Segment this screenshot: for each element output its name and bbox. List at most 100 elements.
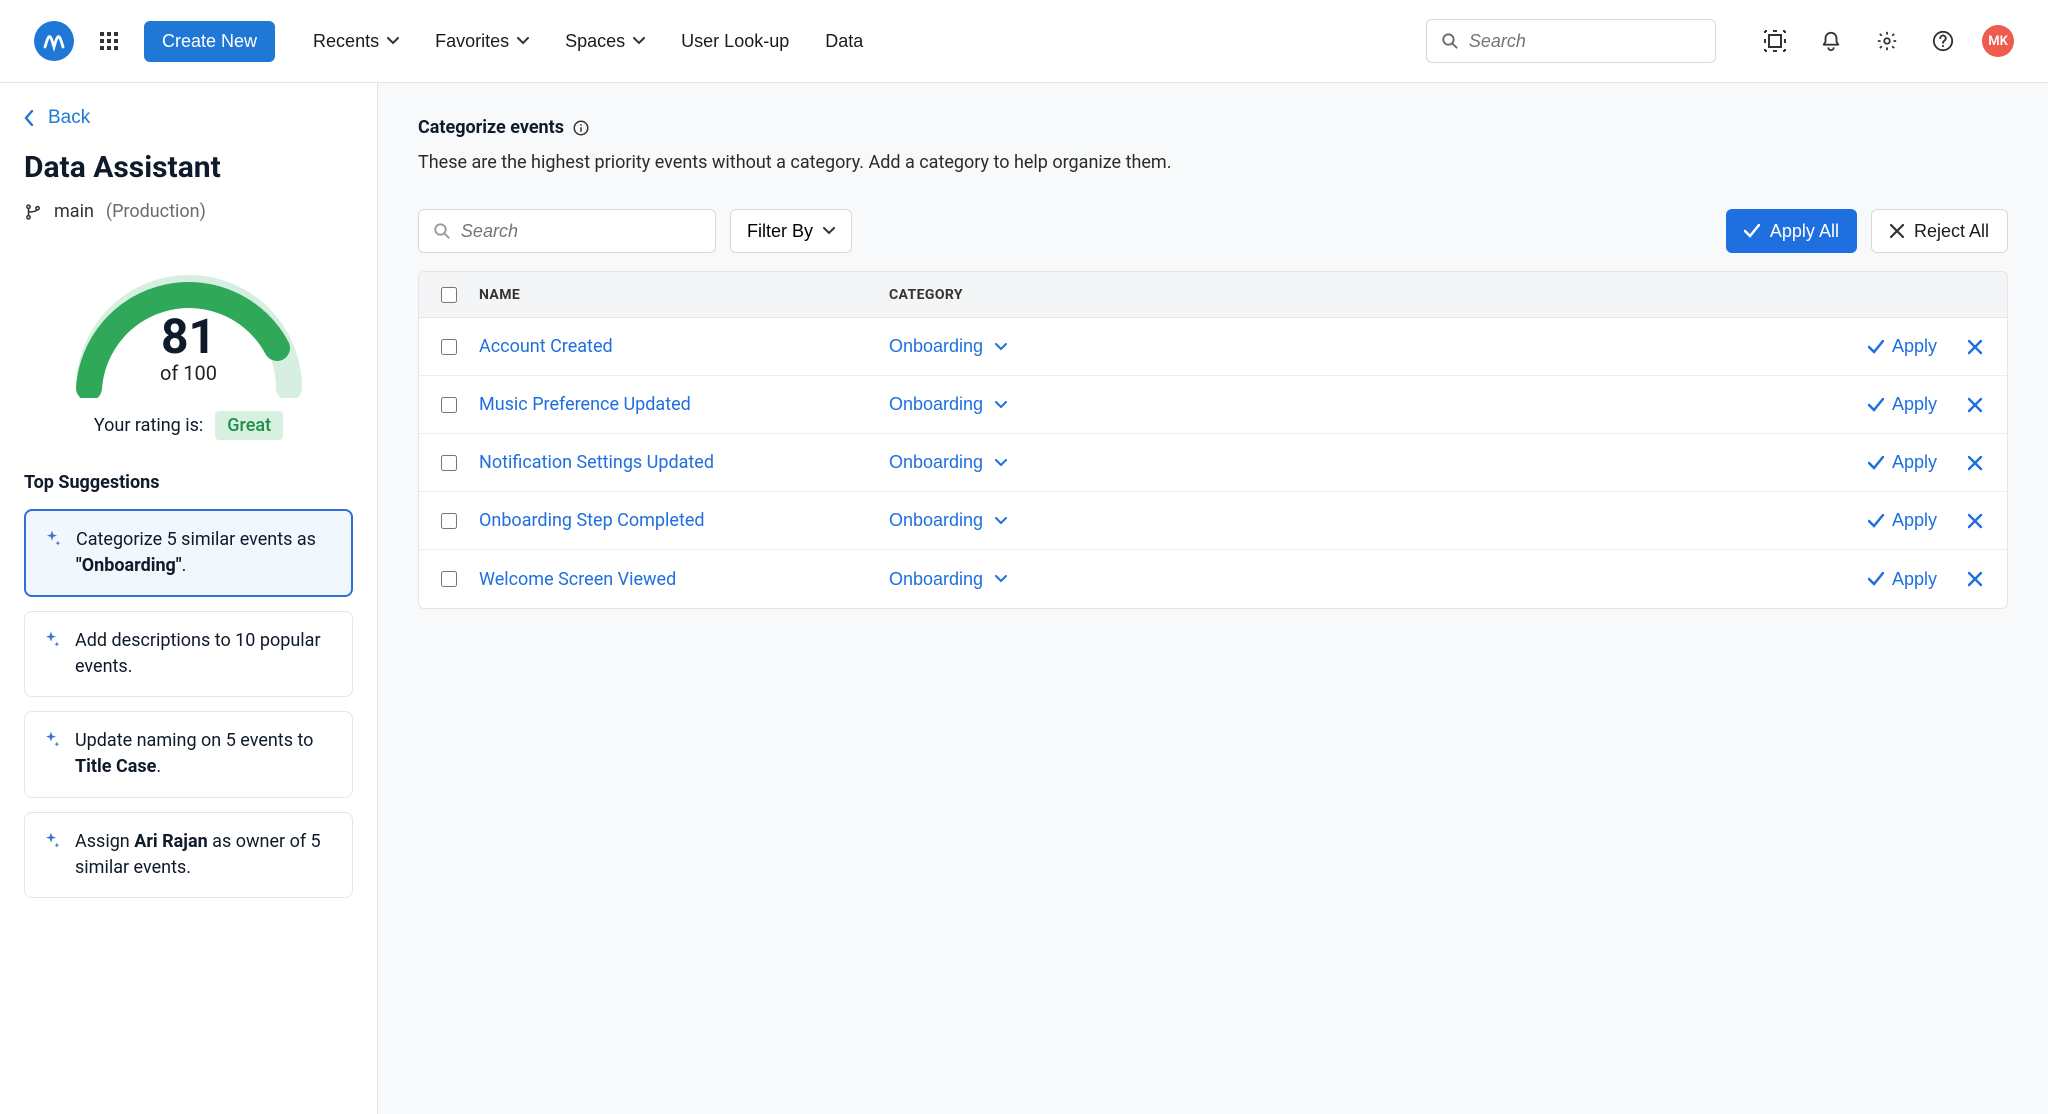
nav-user-lookup[interactable]: User Look-up [681,31,789,52]
category-value: Onboarding [889,510,983,531]
nav-favorites[interactable]: Favorites [435,31,529,52]
nav-label: Favorites [435,31,509,52]
apply-all-button[interactable]: Apply All [1726,209,1857,253]
close-icon [1967,571,1983,587]
row-checkbox[interactable] [441,397,457,413]
category-dropdown[interactable]: Onboarding [889,510,1007,531]
suggestion-card[interactable]: Categorize 5 similar events as "Onboardi… [24,509,353,597]
chevron-down-icon [995,401,1007,409]
user-avatar[interactable]: MK [1982,25,2014,57]
apply-label: Apply [1892,452,1937,473]
apply-label: Apply [1892,336,1937,357]
close-icon [1967,397,1983,413]
row-checkbox[interactable] [441,339,457,355]
nav-label: Data [825,31,863,52]
apply-button[interactable]: Apply [1868,510,1937,531]
chevron-down-icon [387,37,399,45]
category-dropdown[interactable]: Onboarding [889,569,1007,590]
page-title: Data Assistant [24,150,353,185]
nav-recents[interactable]: Recents [313,31,399,52]
event-name-link[interactable]: Onboarding Step Completed [479,510,705,531]
table-row: Onboarding Step Completed Onboarding Apply [419,492,2007,550]
branch-name: main [54,201,94,222]
app-switcher-icon[interactable] [92,24,126,58]
event-name-link[interactable]: Welcome Screen Viewed [479,569,676,590]
table-search-input[interactable] [461,221,701,242]
category-value: Onboarding [889,569,983,590]
sparkle-icon [41,730,61,750]
category-value: Onboarding [889,336,983,357]
settings-icon[interactable] [1870,24,1904,58]
suggestion-text: Assign Ari Rajan as owner of 5 similar e… [75,829,336,881]
category-dropdown[interactable]: Onboarding [889,394,1007,415]
chevron-down-icon [995,343,1007,351]
sparkle-icon [41,831,61,851]
suggestion-text: Add descriptions to 10 popular events. [75,628,336,680]
global-search[interactable] [1426,19,1716,63]
score-value: 81 [161,308,216,365]
grid-select-icon[interactable] [1758,24,1792,58]
column-header-name: Name [479,287,889,303]
category-value: Onboarding [889,452,983,473]
nav-label: Spaces [565,31,625,52]
suggestion-text: Update naming on 5 events to Title Case. [75,728,336,780]
apply-button[interactable]: Apply [1868,394,1937,415]
nav-data[interactable]: Data [825,31,863,52]
suggestion-card[interactable]: Update naming on 5 events to Title Case. [24,711,353,797]
apply-button[interactable]: Apply [1868,569,1937,590]
table-row: Welcome Screen Viewed Onboarding Apply [419,550,2007,608]
reject-button[interactable] [1967,339,1983,355]
row-checkbox[interactable] [441,513,457,529]
reject-button[interactable] [1967,397,1983,413]
category-dropdown[interactable]: Onboarding [889,452,1007,473]
back-button[interactable]: Back [24,107,90,129]
row-checkbox[interactable] [441,571,457,587]
table-row: Notification Settings Updated Onboarding A… [419,434,2007,492]
event-name-link[interactable]: Music Preference Updated [479,394,691,415]
close-icon [1967,455,1983,471]
events-table: Name Category Account CreatedOnboardingA… [418,271,2008,609]
category-dropdown[interactable]: Onboarding [889,336,1007,357]
info-icon[interactable] [572,119,590,137]
create-new-button[interactable]: Create New [144,21,275,62]
reject-all-button[interactable]: Reject All [1871,209,2008,253]
filter-label: Filter By [747,221,813,242]
nav-label: Recents [313,31,379,52]
help-icon[interactable] [1926,24,1960,58]
sparkle-icon [41,630,61,650]
column-header-category: Category [889,287,1827,303]
apply-button[interactable]: Apply [1868,452,1937,473]
filter-by-button[interactable]: Filter By [730,209,852,253]
event-name-link[interactable]: Account Created [479,336,613,357]
section-title: Categorize events [418,117,564,138]
close-icon [1967,339,1983,355]
row-checkbox[interactable] [441,455,457,471]
suggestion-text: Categorize 5 similar events as "Onboardi… [76,527,335,579]
reject-button[interactable] [1967,455,1983,471]
nav-spaces[interactable]: Spaces [565,31,645,52]
chevron-down-icon [633,37,645,45]
suggestion-card[interactable]: Assign Ari Rajan as owner of 5 similar e… [24,812,353,898]
close-icon [1890,224,1904,238]
suggestion-card[interactable]: Add descriptions to 10 popular events. [24,611,353,697]
event-name-link[interactable]: Notification Settings Updated [479,452,714,473]
chevron-down-icon [517,37,529,45]
reject-button[interactable] [1967,571,1983,587]
reject-button[interactable] [1967,513,1983,529]
top-suggestions-heading: Top Suggestions [24,472,353,493]
notifications-icon[interactable] [1814,24,1848,58]
search-icon [1441,31,1459,51]
table-search[interactable] [418,209,716,253]
apply-button[interactable]: Apply [1868,336,1937,357]
apply-all-label: Apply All [1770,221,1839,242]
section-subtitle: These are the highest priority events wi… [418,152,2008,173]
reject-all-label: Reject All [1914,221,1989,242]
brand-logo[interactable] [34,21,74,61]
table-row: Account Created Onboarding Apply [419,318,2007,376]
check-icon [1744,224,1760,238]
select-all-checkbox[interactable] [441,287,457,303]
global-search-input[interactable] [1469,31,1701,52]
close-icon [1967,513,1983,529]
chevron-down-icon [995,575,1007,583]
apply-label: Apply [1892,394,1937,415]
